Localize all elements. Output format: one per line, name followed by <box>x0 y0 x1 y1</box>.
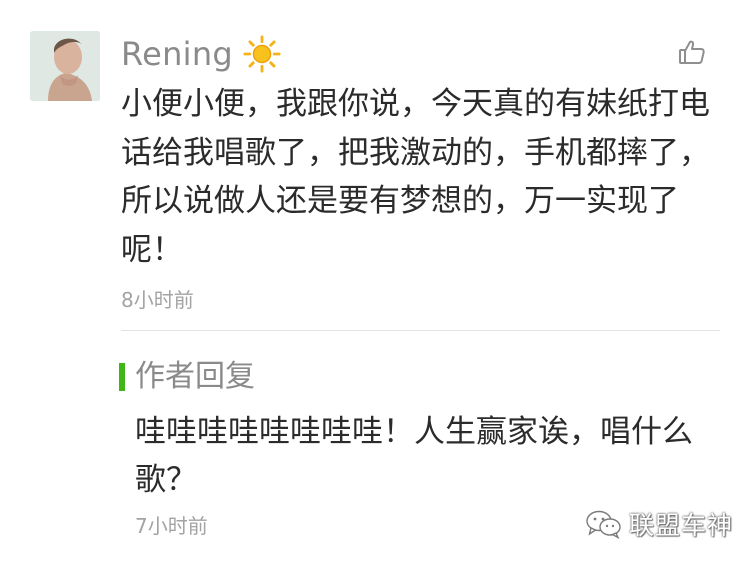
reply-accent-bar <box>119 363 125 391</box>
watermark: 联盟车神 <box>585 508 733 540</box>
comment-timestamp: 8小时前 <box>121 288 194 312</box>
wechat-icon <box>586 510 621 539</box>
avatar[interactable] <box>30 31 100 101</box>
divider <box>121 330 720 331</box>
avatar-photo <box>30 31 100 101</box>
reply-text: 哇哇哇哇哇哇哇哇！人生赢家诶，唱什么歌？ <box>135 414 693 498</box>
watermark-text: 联盟车神 <box>629 511 734 540</box>
sun-icon <box>243 35 281 73</box>
thumbs-up-icon[interactable] <box>678 38 706 66</box>
reply-timestamp: 7小时前 <box>135 514 208 538</box>
username[interactable]: Rening <box>121 35 233 73</box>
comment-header: Rening <box>121 30 281 78</box>
comment-text: 小便小便，我跟你说，今天真的有妹纸打电话给我唱歌了，把我激动的，手机都摔了，所以… <box>121 86 710 268</box>
author-reply-heading: 作者回复 <box>135 359 255 394</box>
